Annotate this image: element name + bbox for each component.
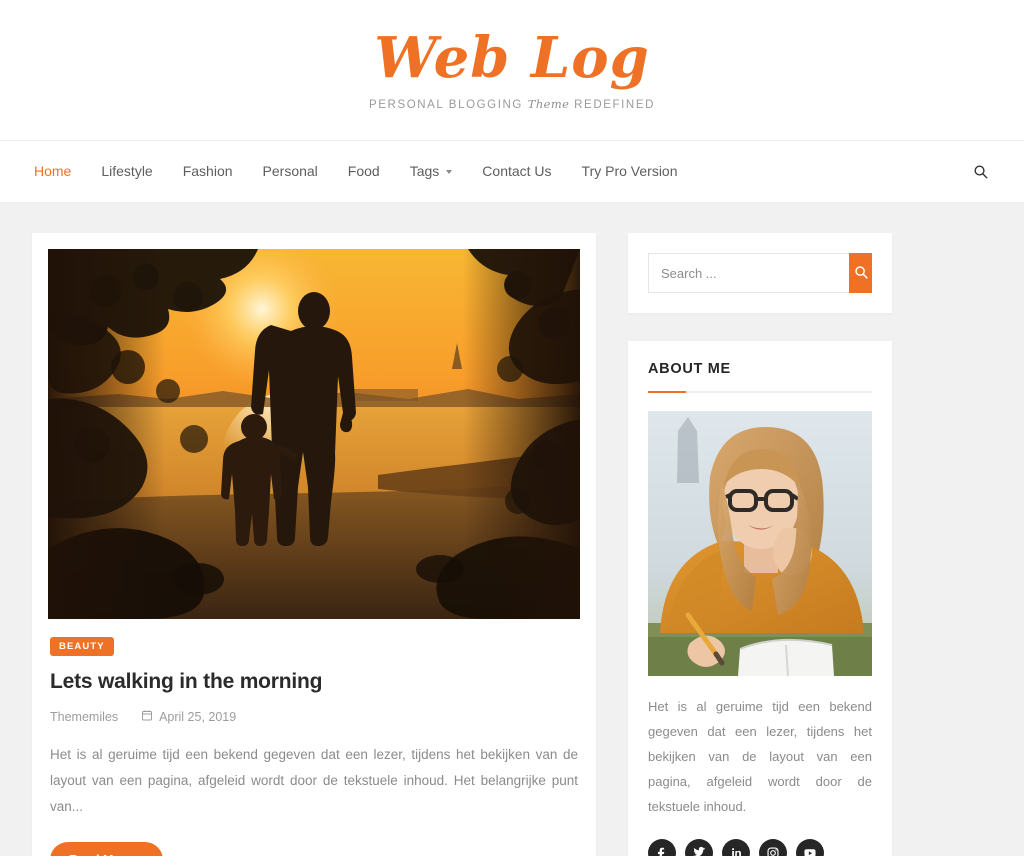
- facebook-icon[interactable]: [648, 839, 676, 856]
- about-me-photo: [648, 411, 872, 676]
- nav-item-label: Lifestyle: [101, 162, 153, 179]
- chevron-down-icon: [446, 169, 453, 174]
- tagline-after: Redefined: [569, 98, 655, 111]
- post-date-text: April 25, 2019: [159, 709, 237, 724]
- site-header: Web Log Personal Blogging Theme Redefine…: [0, 0, 1024, 140]
- search-submit-button[interactable]: [849, 253, 872, 293]
- post-meta: Thememiles April 25, 2019: [50, 709, 578, 724]
- nav-item-fashion[interactable]: Fashion: [183, 163, 233, 179]
- nav-item-food[interactable]: Food: [348, 163, 380, 179]
- post-category-badge[interactable]: BEAUTY: [50, 637, 114, 656]
- post-excerpt: Het is al geruime tijd een bekend gegeve…: [50, 747, 578, 814]
- nav-item-label: Home: [34, 162, 72, 179]
- search-widget: [628, 233, 892, 313]
- site-tagline: Personal Blogging Theme Redefined: [369, 97, 655, 111]
- site-logo[interactable]: Web Log: [374, 29, 650, 88]
- sidebar: About Me: [628, 233, 892, 856]
- nav-menu-item: Fashion: [183, 163, 233, 181]
- tagline-before: Personal Blogging: [369, 98, 528, 111]
- about-me-widget: About Me: [628, 341, 892, 856]
- nav-item-personal[interactable]: Personal: [263, 163, 318, 179]
- nav-menu-item: Lifestyle: [101, 163, 152, 181]
- nav-menu-item: Contact Us: [482, 163, 551, 181]
- search-icon: [854, 265, 868, 282]
- page-wrapper: BEAUTY Lets walking in the morning Theme…: [32, 203, 992, 856]
- nav-menu-item: Home: [34, 163, 71, 181]
- nav-item-label: Personal: [262, 162, 318, 179]
- nav-menu-item: Try Pro Version: [582, 163, 678, 181]
- nav-item-label: Fashion: [182, 162, 233, 179]
- about-me-title: About Me: [648, 361, 731, 377]
- title-underline: [648, 391, 872, 393]
- post-date: April 25, 2019: [141, 709, 236, 724]
- nav-item-home[interactable]: Home: [34, 163, 71, 179]
- post-featured-image[interactable]: [48, 249, 580, 619]
- search-input[interactable]: [648, 253, 849, 293]
- nav-search-toggle-icon[interactable]: [973, 164, 992, 179]
- nav-menu-item: Food: [348, 163, 380, 181]
- youtube-icon[interactable]: [796, 839, 824, 856]
- nav-item-try-pro-version[interactable]: Try Pro Version: [582, 163, 678, 179]
- post-author[interactable]: Thememiles: [50, 710, 118, 724]
- main-navigation: Home Lifestyle Fashion Personal Food Tags Cont…: [0, 140, 1024, 203]
- nav-item-lifestyle[interactable]: Lifestyle: [101, 163, 152, 179]
- nav-item-label: Contact Us: [482, 162, 552, 179]
- nav-menu: Home Lifestyle Fashion Personal Food Tags Cont…: [34, 163, 678, 181]
- post-body: BEAUTY Lets walking in the morning Theme…: [48, 619, 580, 856]
- nav-menu-item: Tags: [410, 163, 453, 181]
- nav-item-label: Food: [347, 162, 380, 179]
- read-more-button[interactable]: Read More ›: [50, 842, 163, 856]
- twitter-icon[interactable]: [685, 839, 713, 856]
- post-title[interactable]: Lets walking in the morning: [50, 670, 578, 694]
- content-column: BEAUTY Lets walking in the morning Theme…: [32, 233, 596, 856]
- instagram-icon[interactable]: [759, 839, 787, 856]
- about-me-text: Het is al geruime tijd een bekend gegeve…: [648, 699, 872, 814]
- linkedin-icon[interactable]: [722, 839, 750, 856]
- tagline-emphasis: Theme: [527, 96, 570, 111]
- nav-menu-item: Personal: [263, 163, 318, 181]
- nav-item-label: Try Pro Version: [581, 162, 678, 179]
- search-form: [648, 253, 872, 293]
- nav-item-tags[interactable]: Tags: [410, 163, 453, 179]
- post-card: BEAUTY Lets walking in the morning Theme…: [32, 233, 596, 856]
- nav-item-label: Tags: [409, 162, 440, 179]
- nav-item-contact-us[interactable]: Contact Us: [482, 163, 551, 179]
- social-links: [648, 839, 872, 856]
- calendar-icon: [141, 709, 153, 724]
